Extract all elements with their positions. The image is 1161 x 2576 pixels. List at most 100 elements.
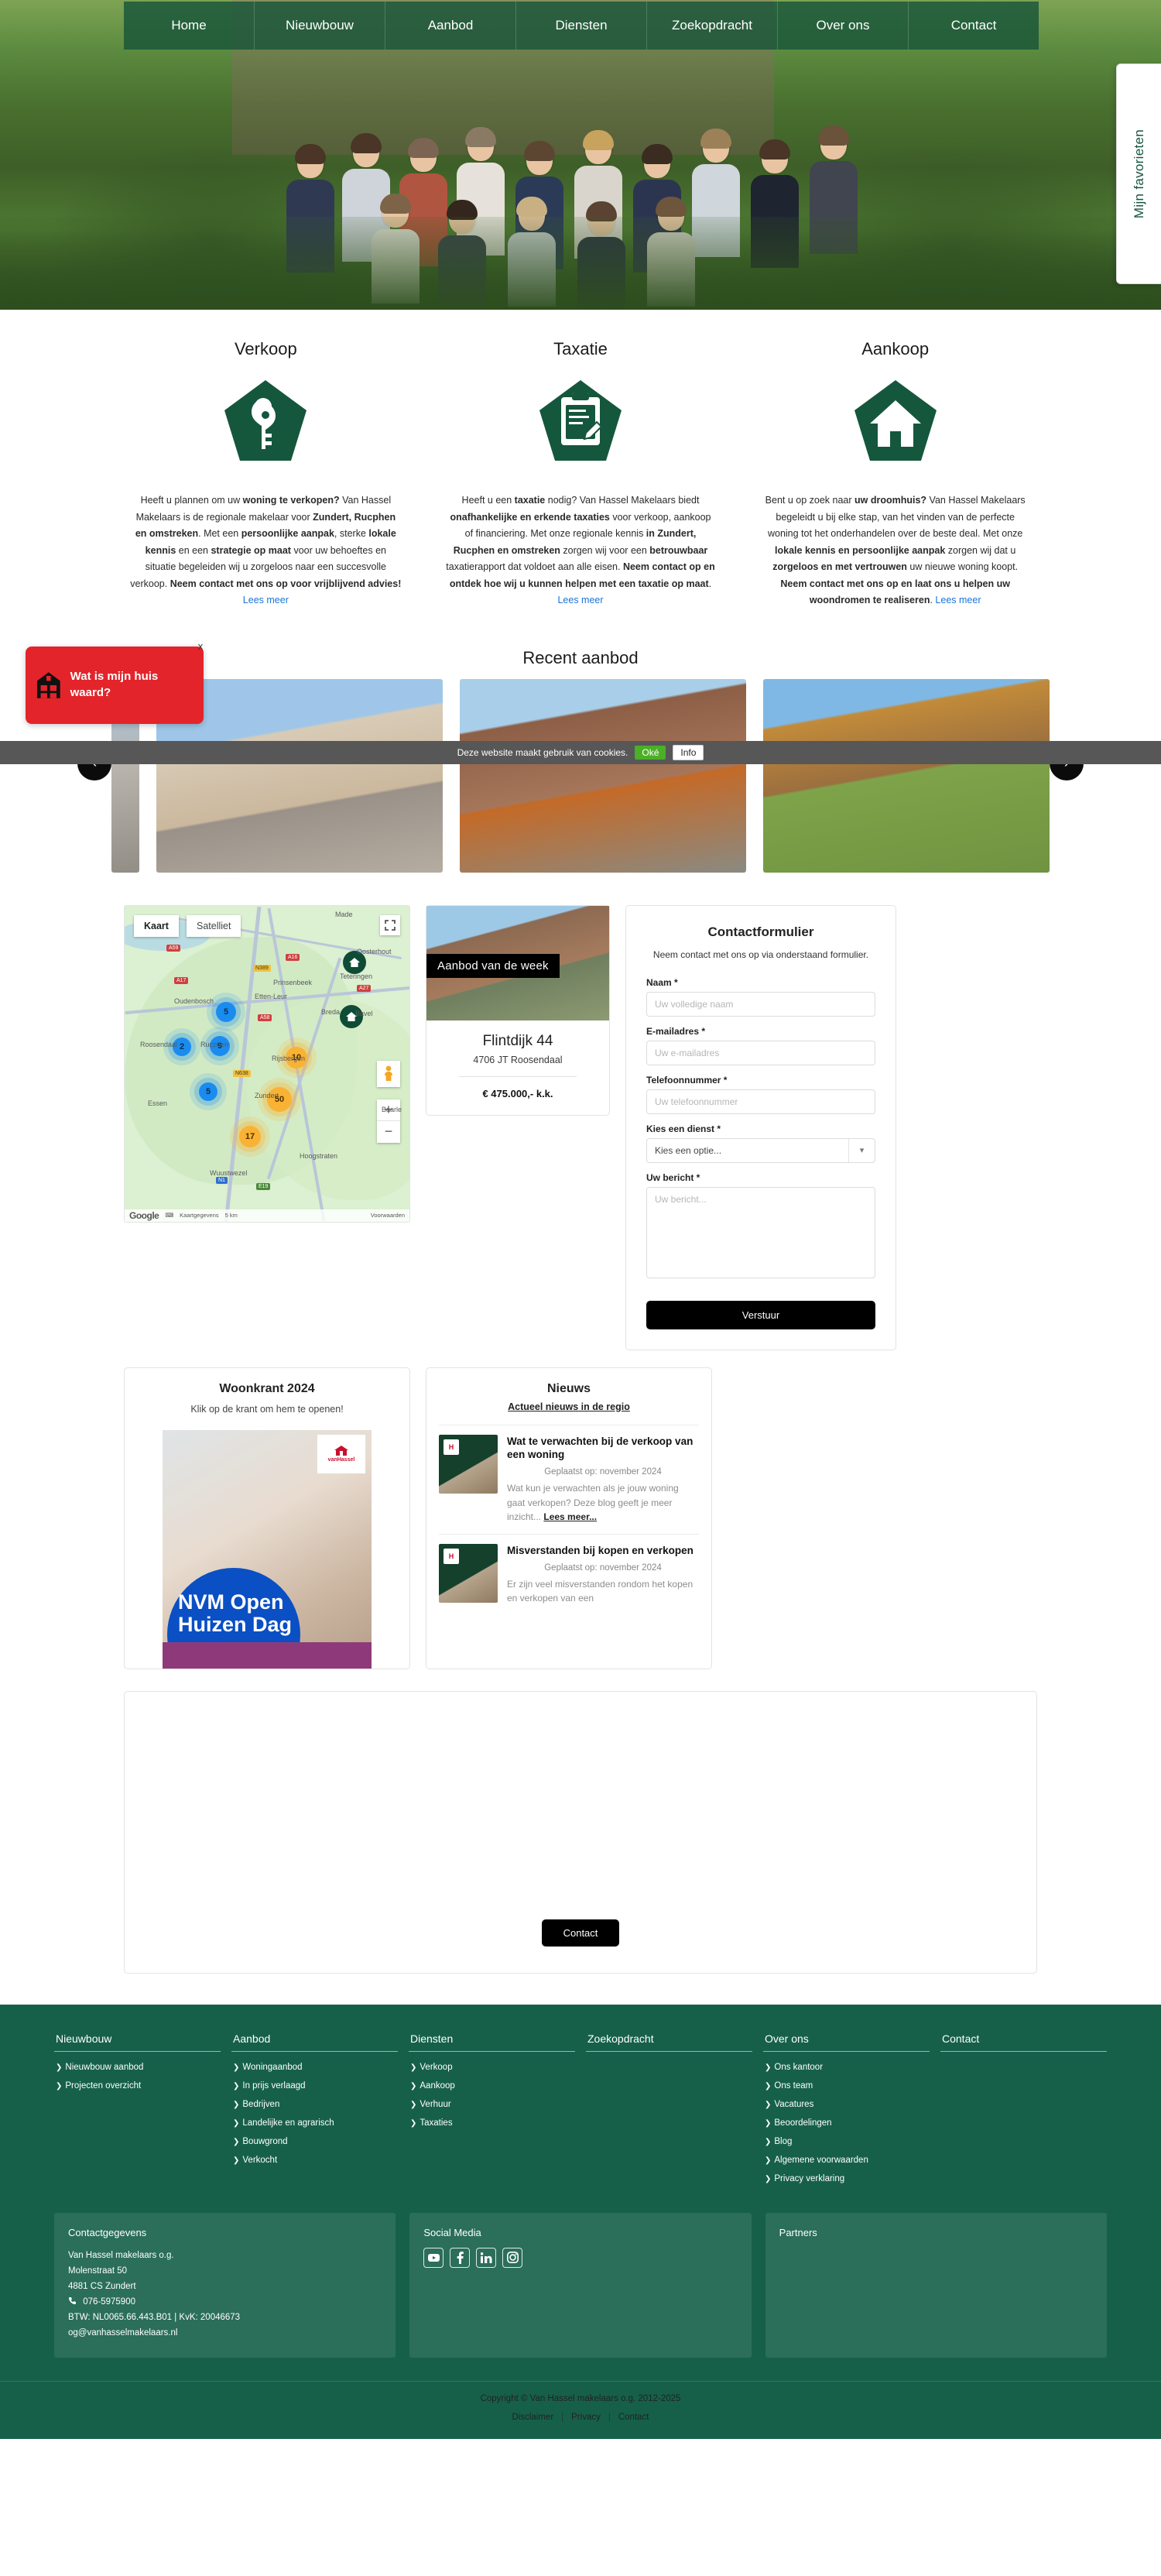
footer-link[interactable]: ❯ Landelijke en agrarisch xyxy=(231,2118,398,2128)
news-excerpt: Er zijn veel misverstanden rondom het ko… xyxy=(507,1577,699,1606)
footer-link[interactable]: ❯ Blog xyxy=(763,2137,930,2146)
house-in-pentagon-icon xyxy=(759,378,1031,471)
footer-link-label: Nieuwbouw aanbod xyxy=(65,2062,144,2072)
map-cluster-marker[interactable]: 17 xyxy=(239,1125,261,1147)
favorites-side-tab[interactable]: Mijn favorieten xyxy=(1116,63,1161,284)
map-cluster-marker[interactable]: 5 xyxy=(199,1082,217,1101)
message-textarea[interactable] xyxy=(646,1186,875,1278)
chevron-right-icon: ❯ xyxy=(233,2137,240,2146)
linkedin-icon[interactable] xyxy=(476,2247,497,2268)
footer-column-title: Nieuwbouw xyxy=(56,2032,112,2045)
lees-meer-link-taxatie[interactable]: Lees meer xyxy=(557,595,603,605)
cookie-accept-button[interactable]: Oké xyxy=(635,745,666,760)
news-thumbnail: H xyxy=(439,1543,498,1603)
footer-link[interactable]: ❯ Aankoop xyxy=(409,2081,575,2091)
service-select[interactable]: Kies een optie... xyxy=(646,1137,875,1163)
map-cluster-marker[interactable]: 50 xyxy=(267,1086,292,1112)
news-headline[interactable]: Wat te verwachten bij de verkoop van een… xyxy=(507,1435,699,1463)
contact-link[interactable]: Contact xyxy=(618,2413,649,2422)
nav-item-diensten[interactable]: Diensten xyxy=(516,2,647,50)
footer-link-label: Bouwgrond xyxy=(242,2136,288,2146)
news-subtitle-link[interactable]: Actueel nieuws in de regio xyxy=(439,1401,699,1412)
footer-link[interactable]: ❯ Vacatures xyxy=(763,2100,930,2109)
map-label: Rijsbergen xyxy=(272,1054,306,1062)
disclaimer-link[interactable]: Disclaimer xyxy=(512,2413,553,2422)
footer-link[interactable]: ❯ In prijs verlaagd xyxy=(231,2081,398,2091)
lees-meer-link-verkoop[interactable]: Lees meer xyxy=(243,595,289,605)
nav-item-aanbod[interactable]: Aanbod xyxy=(385,2,516,50)
nav-item-nieuwbouw[interactable]: Nieuwbouw xyxy=(255,2,385,50)
footer-link[interactable]: ❯ Projecten overzicht xyxy=(54,2081,221,2091)
footer-link[interactable]: ❯ Ons kantoor xyxy=(763,2063,930,2072)
offer-of-the-week-card[interactable]: Aanbod van de week Flintdijk 44 4706 JT … xyxy=(426,904,610,1116)
news-list-item[interactable]: H Wat te verwachten bij de verkoop van e… xyxy=(439,1424,699,1534)
map-zoom-out-button[interactable]: − xyxy=(377,1121,400,1143)
map-type-satelliet-button[interactable]: Satelliet xyxy=(187,914,241,937)
carousel-slide-3[interactable] xyxy=(763,678,1050,873)
house-value-widget[interactable]: Wat is mijn huis waard? x xyxy=(26,640,204,724)
footer-link[interactable]: ❯ Woningaanbod xyxy=(231,2063,398,2072)
listings-map[interactable]: Kaart Satelliet + − 5 2 9 5 10 50 17 Mad… xyxy=(124,904,410,1223)
footer-link[interactable]: ❯ Verkoop xyxy=(409,2063,575,2072)
footer-phone-row[interactable]: 076-5975900 xyxy=(68,2294,382,2310)
cookie-info-button[interactable]: Info xyxy=(673,744,704,760)
footer-link[interactable]: ❯ Beoordelingen xyxy=(763,2118,930,2128)
submit-button[interactable]: Verstuur xyxy=(646,1300,875,1329)
chevron-right-icon: ❯ xyxy=(233,2081,240,2091)
close-icon[interactable]: x xyxy=(193,639,208,654)
map-cluster-marker[interactable]: 5 xyxy=(216,1001,236,1022)
map-fullscreen-icon[interactable] xyxy=(380,914,400,935)
woonkrant-cover[interactable]: vanHassel NVM Open Huizen Dag xyxy=(163,1429,372,1669)
footer-column-title: Over ons xyxy=(765,2032,809,2045)
footer-link[interactable]: ❯ Bouwgrond xyxy=(231,2137,398,2146)
footer-link[interactable]: ❯ Ons team xyxy=(763,2081,930,2091)
news-read-more-link[interactable]: Lees meer... xyxy=(543,1511,597,1522)
chevron-right-icon: ❯ xyxy=(233,2118,240,2128)
message-field-label: Uw bericht * xyxy=(646,1171,700,1183)
footer-phone: 076-5975900 xyxy=(83,2296,135,2307)
favorites-side-tab-label: Mijn favorieten xyxy=(1131,129,1146,219)
nav-item-zoekopdracht[interactable]: Zoekopdracht xyxy=(647,2,778,50)
footer-column-title: Zoekopdracht xyxy=(587,2032,654,2045)
phone-input[interactable] xyxy=(646,1089,875,1114)
map-type-kaart-button[interactable]: Kaart xyxy=(134,914,179,937)
nav-item-home[interactable]: Home xyxy=(124,2,255,50)
carousel-slide-2[interactable] xyxy=(460,678,746,873)
footer-link[interactable]: ❯ Verhuur xyxy=(409,2100,575,2109)
instagram-icon[interactable] xyxy=(502,2247,523,2268)
footer-city: 4881 CS Zundert xyxy=(68,2281,136,2291)
footer-email[interactable]: og@vanhasselmakelaars.nl xyxy=(68,2325,382,2341)
email-input[interactable] xyxy=(646,1040,875,1065)
footer-link[interactable]: ❯ Algemene voorwaarden xyxy=(763,2156,930,2165)
news-list-item[interactable]: H Misverstanden bij kopen en verkopen Ge… xyxy=(439,1533,699,1615)
copyright-text: Copyright © Van Hassel makelaars o.g. 20… xyxy=(480,2394,681,2404)
contact-button[interactable]: Contact xyxy=(541,1919,620,1947)
service-select-wrapper: Kies een optie... ▾ xyxy=(646,1137,875,1163)
map-label: Bavel xyxy=(355,1009,373,1017)
privacy-link[interactable]: Privacy xyxy=(571,2413,601,2422)
news-headline[interactable]: Misverstanden bij kopen en verkopen xyxy=(507,1544,699,1558)
footer-link[interactable]: ❯ Verkocht xyxy=(231,2156,398,2165)
street-view-pegman-icon[interactable] xyxy=(377,1060,400,1087)
house-value-widget-label: Wat is mijn huis waard? xyxy=(70,670,159,699)
footer-link[interactable]: ❯ Taxaties xyxy=(409,2118,575,2128)
footer-link[interactable]: ❯ Nieuwbouw aanbod xyxy=(54,2063,221,2072)
map-label: Prinsenbeek xyxy=(273,978,313,986)
footer-social-panel: Social Media xyxy=(409,2212,752,2358)
map-road-shield: N389 xyxy=(253,964,271,972)
facebook-icon[interactable] xyxy=(450,2247,471,2268)
footer-link[interactable]: ❯ Bedrijven xyxy=(231,2100,398,2109)
service-field-label: Kies een dienst * xyxy=(646,1123,721,1134)
map-terms-link[interactable]: Voorwaarden xyxy=(371,1212,405,1219)
footer-link-label: Vacatures xyxy=(774,2099,814,2109)
footer-navigation: Nieuwbouw ❯ Nieuwbouw aanbod ❯ Projecten o… xyxy=(54,2032,1107,2193)
woonkrant-subtitle: Klik op de krant om hem te openen! xyxy=(190,1403,344,1415)
youtube-icon[interactable] xyxy=(423,2247,444,2268)
footer-link[interactable]: ❯ Privacy verklaring xyxy=(763,2174,930,2183)
nav-item-over-ons[interactable]: Over ons xyxy=(778,2,909,50)
lees-meer-link-aankoop[interactable]: Lees meer xyxy=(935,595,981,605)
name-input[interactable] xyxy=(646,991,875,1017)
nav-item-contact[interactable]: Contact xyxy=(909,2,1039,50)
news-date: Geplaatst op: november 2024 xyxy=(544,1562,662,1573)
footer-contact-title: Contactgegevens xyxy=(68,2226,147,2238)
